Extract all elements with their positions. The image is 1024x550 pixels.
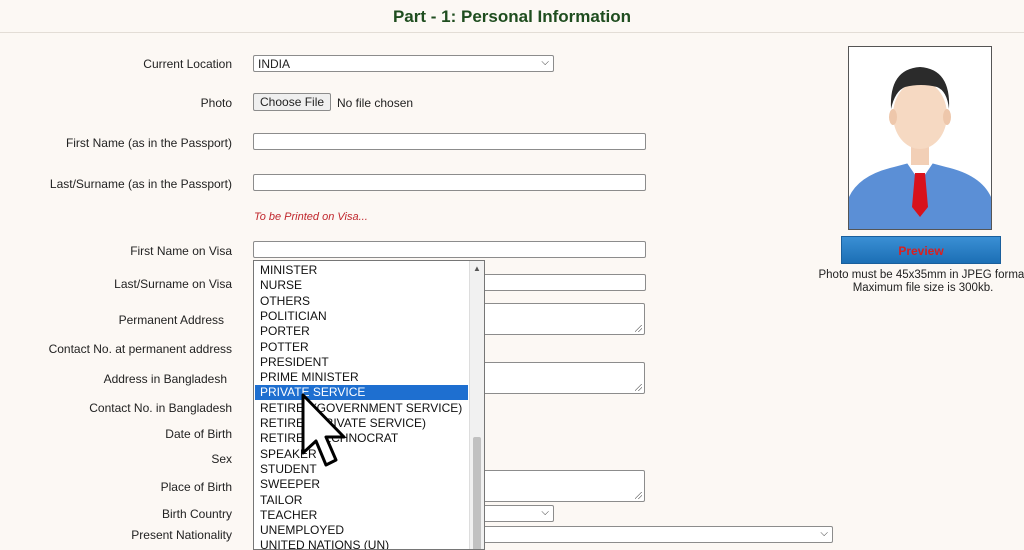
current-location-value: INDIA [258, 57, 291, 71]
current-location-select[interactable]: INDIA ⌵ [253, 55, 554, 72]
first-name-passport-label: First Name (as in the Passport) [65, 136, 232, 150]
contact-permanent-label: Contact No. at permanent address [48, 342, 232, 356]
resize-grip-icon[interactable] [635, 384, 642, 391]
place-of-birth-label: Place of Birth [160, 480, 232, 494]
occupation-option[interactable]: POLITICIAN [255, 309, 468, 324]
preview-button[interactable]: Preview [841, 236, 1001, 264]
birth-country-label: Birth Country [161, 507, 232, 521]
photo-size-note: Photo must be 45x35mm in JPEG format [818, 269, 1024, 281]
occupation-option[interactable]: POTTER [255, 340, 468, 355]
photo-filesize-note: Maximum file size is 300kb. [852, 282, 994, 294]
occupation-option[interactable]: PORTER [255, 324, 468, 339]
last-name-passport-label: Last/Surname (as in the Passport) [49, 177, 232, 191]
present-nationality-label: Present Nationality [131, 528, 232, 542]
scroll-up-icon[interactable]: ▲ [473, 264, 481, 273]
photo-requirements-note: Photo must be 45x35mm in JPEG format Max… [808, 269, 1024, 295]
sex-label: Sex [211, 452, 232, 466]
occupation-option[interactable]: MINISTER [255, 263, 468, 278]
occupation-option[interactable]: OTHERS [255, 294, 468, 309]
resize-grip-icon[interactable] [635, 492, 642, 499]
occupation-option[interactable]: PRIVATE SERVICE [255, 385, 468, 401]
occupation-dropdown-list[interactable]: ▲ MINISTER NURSE OTHERS POLITICIAN PORTER POT… [253, 260, 485, 550]
page-title: Part - 1: Personal Information [392, 7, 632, 26]
occupation-option[interactable]: STUDENT [255, 462, 468, 477]
permanent-address-label: Permanent Address [118, 313, 224, 327]
title-divider [0, 32, 1024, 33]
occupation-option[interactable]: RETIRED(PRIVATE SERVICE) [255, 416, 468, 431]
choose-file-button[interactable]: Choose File [253, 93, 332, 111]
print-on-visa-note: To be Printed on Visa... [254, 211, 368, 223]
first-name-passport-input[interactable] [253, 133, 646, 150]
occupation-option[interactable]: UNEMPLOYED [255, 523, 468, 538]
occupation-option[interactable]: TAILOR [255, 493, 468, 508]
chevron-down-icon: ⌵ [820, 528, 828, 539]
address-bangladesh-label: Address in Bangladesh [103, 372, 227, 386]
first-name-visa-input[interactable] [253, 241, 646, 258]
mouse-pointer-icon [301, 393, 346, 467]
photo-label: Photo [200, 96, 232, 110]
person-avatar-icon [849, 47, 991, 229]
scrollbar-thumb[interactable] [473, 437, 481, 549]
occupation-option[interactable]: TEACHER [255, 508, 468, 523]
last-name-visa-label: Last/Surname on Visa [114, 277, 232, 291]
chevron-down-icon: ⌵ [541, 57, 549, 68]
photo-placeholder [848, 46, 992, 230]
occupation-option[interactable]: RETIRED(GOVERNMENT SERVICE) [255, 401, 468, 416]
occupation-option[interactable]: SPEAKER [255, 447, 468, 462]
no-file-text: No file chosen [337, 96, 414, 110]
occupation-option[interactable]: RETIRED TECHNOCRAT [255, 431, 468, 446]
occupation-option[interactable]: NURSE [255, 278, 468, 293]
occupation-option[interactable]: SWEEPER [255, 477, 468, 492]
dropdown-scrollbar[interactable]: ▲ [469, 261, 484, 549]
occupation-option[interactable]: PRESIDENT [255, 355, 468, 370]
last-name-passport-input[interactable] [253, 174, 646, 191]
chevron-down-icon: ⌵ [541, 507, 549, 518]
resize-grip-icon[interactable] [635, 325, 642, 332]
occupation-option[interactable]: UNITED NATIONS (UN) [255, 538, 468, 549]
date-of-birth-label: Date of Birth [165, 427, 232, 441]
first-name-visa-label: First Name on Visa [130, 244, 232, 258]
contact-bangladesh-label: Contact No. in Bangladesh [89, 401, 232, 415]
current-location-label: Current Location [143, 57, 232, 71]
occupation-option[interactable]: PRIME MINISTER [255, 370, 468, 385]
